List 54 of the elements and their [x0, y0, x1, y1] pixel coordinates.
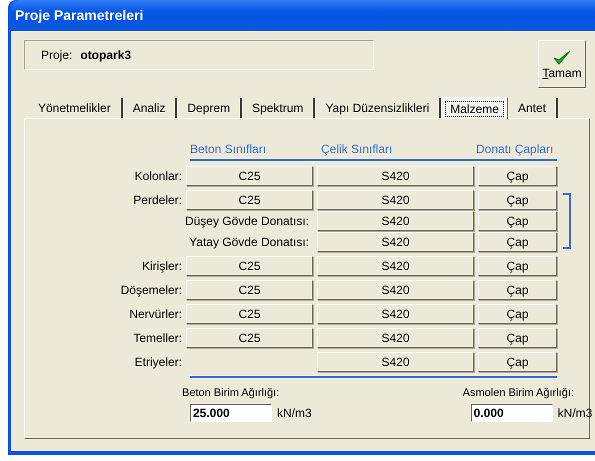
steel-class-button[interactable]: S420 [317, 166, 474, 186]
rebar-diameter-button[interactable]: Çap [478, 256, 557, 276]
column-header: Donatı Çapları [476, 141, 554, 158]
unit-label: kN/m3 [558, 404, 592, 422]
steel-class-button[interactable]: S420 [317, 352, 474, 372]
row-label: Nervürler: [129, 306, 182, 323]
row-label: Perdeler: [133, 192, 182, 209]
concrete-class-button[interactable]: C25 [186, 304, 313, 324]
unit-label: kN/m3 [277, 404, 312, 422]
row-label: Yatay Gövde Donatısı: [189, 234, 309, 251]
tab[interactable]: Yönetmelikler [28, 98, 123, 118]
steel-class-button[interactable]: S420 [317, 211, 474, 231]
row-label: Düşey Gövde Donatısı: [184, 213, 309, 230]
steel-class-button[interactable]: S420 [317, 232, 474, 252]
steel-class-button[interactable]: S420 [317, 304, 474, 324]
steel-class-button[interactable]: S420 [317, 256, 474, 276]
row-label: Temeller: [133, 330, 182, 347]
window-title: Proje Parametreleri [15, 6, 144, 25]
row-label: Kolonlar: [134, 168, 182, 185]
project-label: Proje: [41, 47, 72, 64]
column-header: Çelik Sınıfları [321, 141, 394, 158]
row-label: Etriyeler: [134, 354, 182, 371]
tab[interactable]: Antet [508, 98, 558, 118]
rebar-diameter-button[interactable]: Çap [478, 352, 557, 372]
concrete-class-button[interactable]: C25 [186, 328, 313, 348]
steel-class-button[interactable]: S420 [317, 328, 474, 348]
tab[interactable]: Malzeme [441, 97, 508, 119]
ok-button[interactable]: Tamam [538, 40, 586, 88]
rebar-diameter-button[interactable]: Çap [478, 232, 557, 252]
column-header: Beton Sınıfları [190, 141, 268, 158]
concrete-class-button[interactable]: C25 [186, 166, 313, 186]
tab[interactable]: Analiz [122, 98, 178, 118]
rebar-diameter-button[interactable]: Çap [478, 304, 557, 324]
weight-label: Beton Birim Ağırlığı: [182, 386, 280, 401]
rebar-diameter-button[interactable]: Çap [478, 328, 557, 348]
tab[interactable]: Deprem [177, 98, 242, 118]
row-label: Kirişler: [142, 258, 182, 275]
concrete-class-button[interactable]: C25 [186, 256, 313, 276]
rebar-diameter-button[interactable]: Çap [478, 190, 557, 210]
weight-input[interactable]: 0.000 [470, 404, 553, 422]
steel-class-button[interactable]: S420 [317, 190, 474, 210]
rebar-diameter-button[interactable]: Çap [478, 280, 557, 300]
weight-label: Asmolen Birim Ağırlığı: [462, 386, 575, 401]
group-bracket [563, 193, 571, 249]
weight-input[interactable]: 25.000 [190, 404, 272, 422]
concrete-class-button[interactable]: C25 [186, 280, 313, 300]
row-label: Döşemeler: [120, 282, 182, 299]
rebar-diameter-button[interactable]: Çap [478, 166, 557, 186]
concrete-class-button[interactable]: C25 [186, 190, 313, 210]
steel-class-button[interactable]: S420 [317, 280, 474, 300]
rebar-diameter-button[interactable]: Çap [478, 211, 557, 231]
project-name: otopark3 [80, 47, 132, 64]
tab[interactable]: Spektrum [242, 98, 316, 118]
checkmark-icon [553, 50, 571, 66]
